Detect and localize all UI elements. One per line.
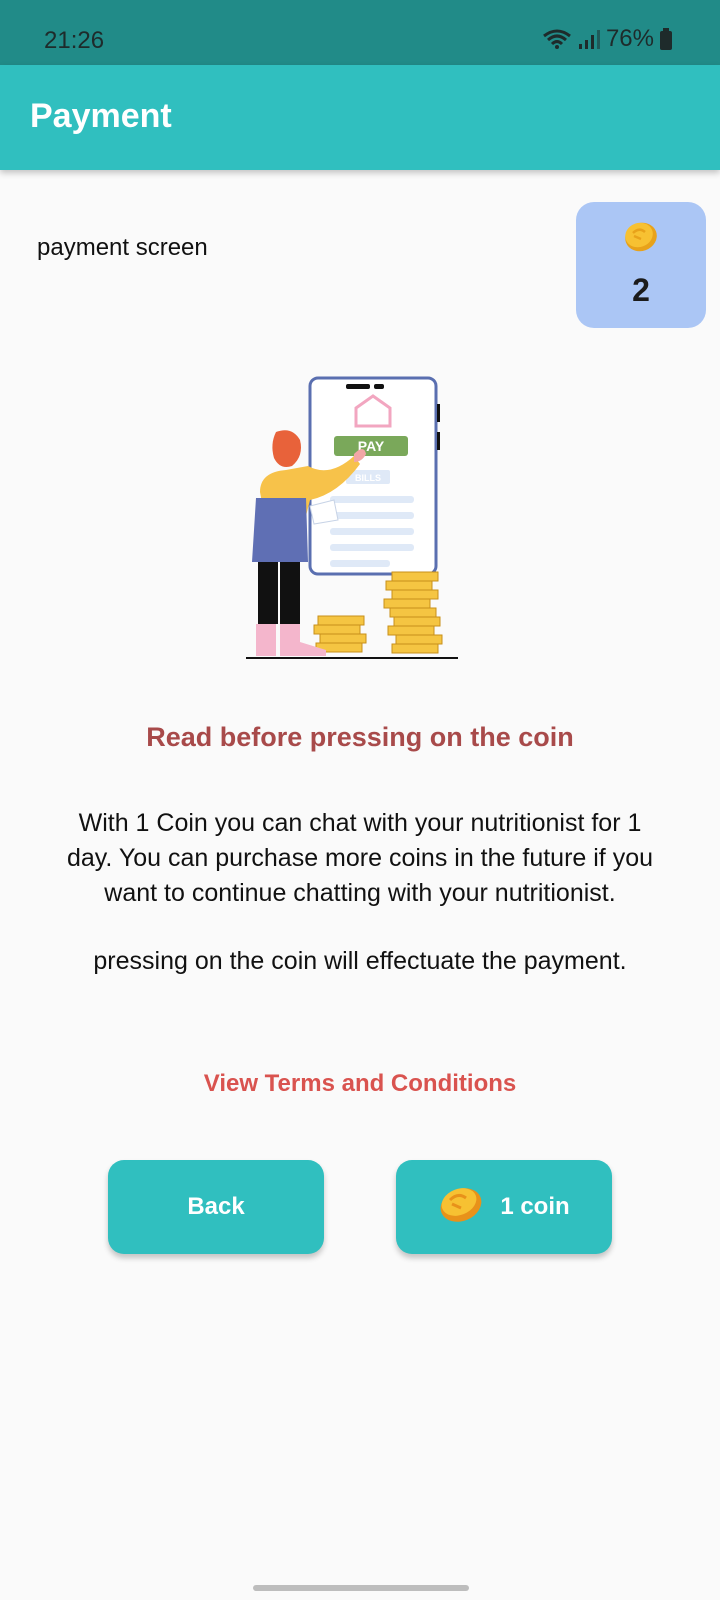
pay-coin-button-label: 1 coin [500,1193,570,1220]
info-text: With 1 Coin you can chat with your nutri… [60,806,660,979]
info-paragraph-1: With 1 Coin you can chat with your nutri… [66,809,653,907]
terms-and-conditions-link[interactable]: View Terms and Conditions [0,1070,720,1098]
home-indicator[interactable] [253,1585,469,1591]
status-bar: 21:26 76% [0,0,720,65]
status-icons: 76% [542,25,672,53]
pay-coin-button[interactable]: 1 coin [396,1160,612,1254]
app-bar: Payment [0,65,720,170]
coin-icon [438,1184,484,1231]
signal-icon [578,28,600,50]
status-time: 21:26 [44,27,105,54]
back-button[interactable]: Back [108,1160,324,1254]
back-button-label: Back [187,1193,245,1220]
battery-text: 76% [605,25,654,52]
wifi-icon [542,28,572,50]
coin-balance-card: 2 [576,202,706,328]
coin-balance-value: 2 [632,272,650,308]
bills-illustration-label: BILLS [355,473,381,483]
payment-illustration: PAY BILLS [246,374,478,674]
payment-screen-label: payment screen [37,234,208,261]
info-paragraph-2: pressing on the coin will effectuate the… [93,947,627,975]
page-title: Payment [30,97,172,135]
battery-icon [660,28,672,50]
coin-icon [623,220,659,259]
warning-title: Read before pressing on the coin [146,722,574,752]
